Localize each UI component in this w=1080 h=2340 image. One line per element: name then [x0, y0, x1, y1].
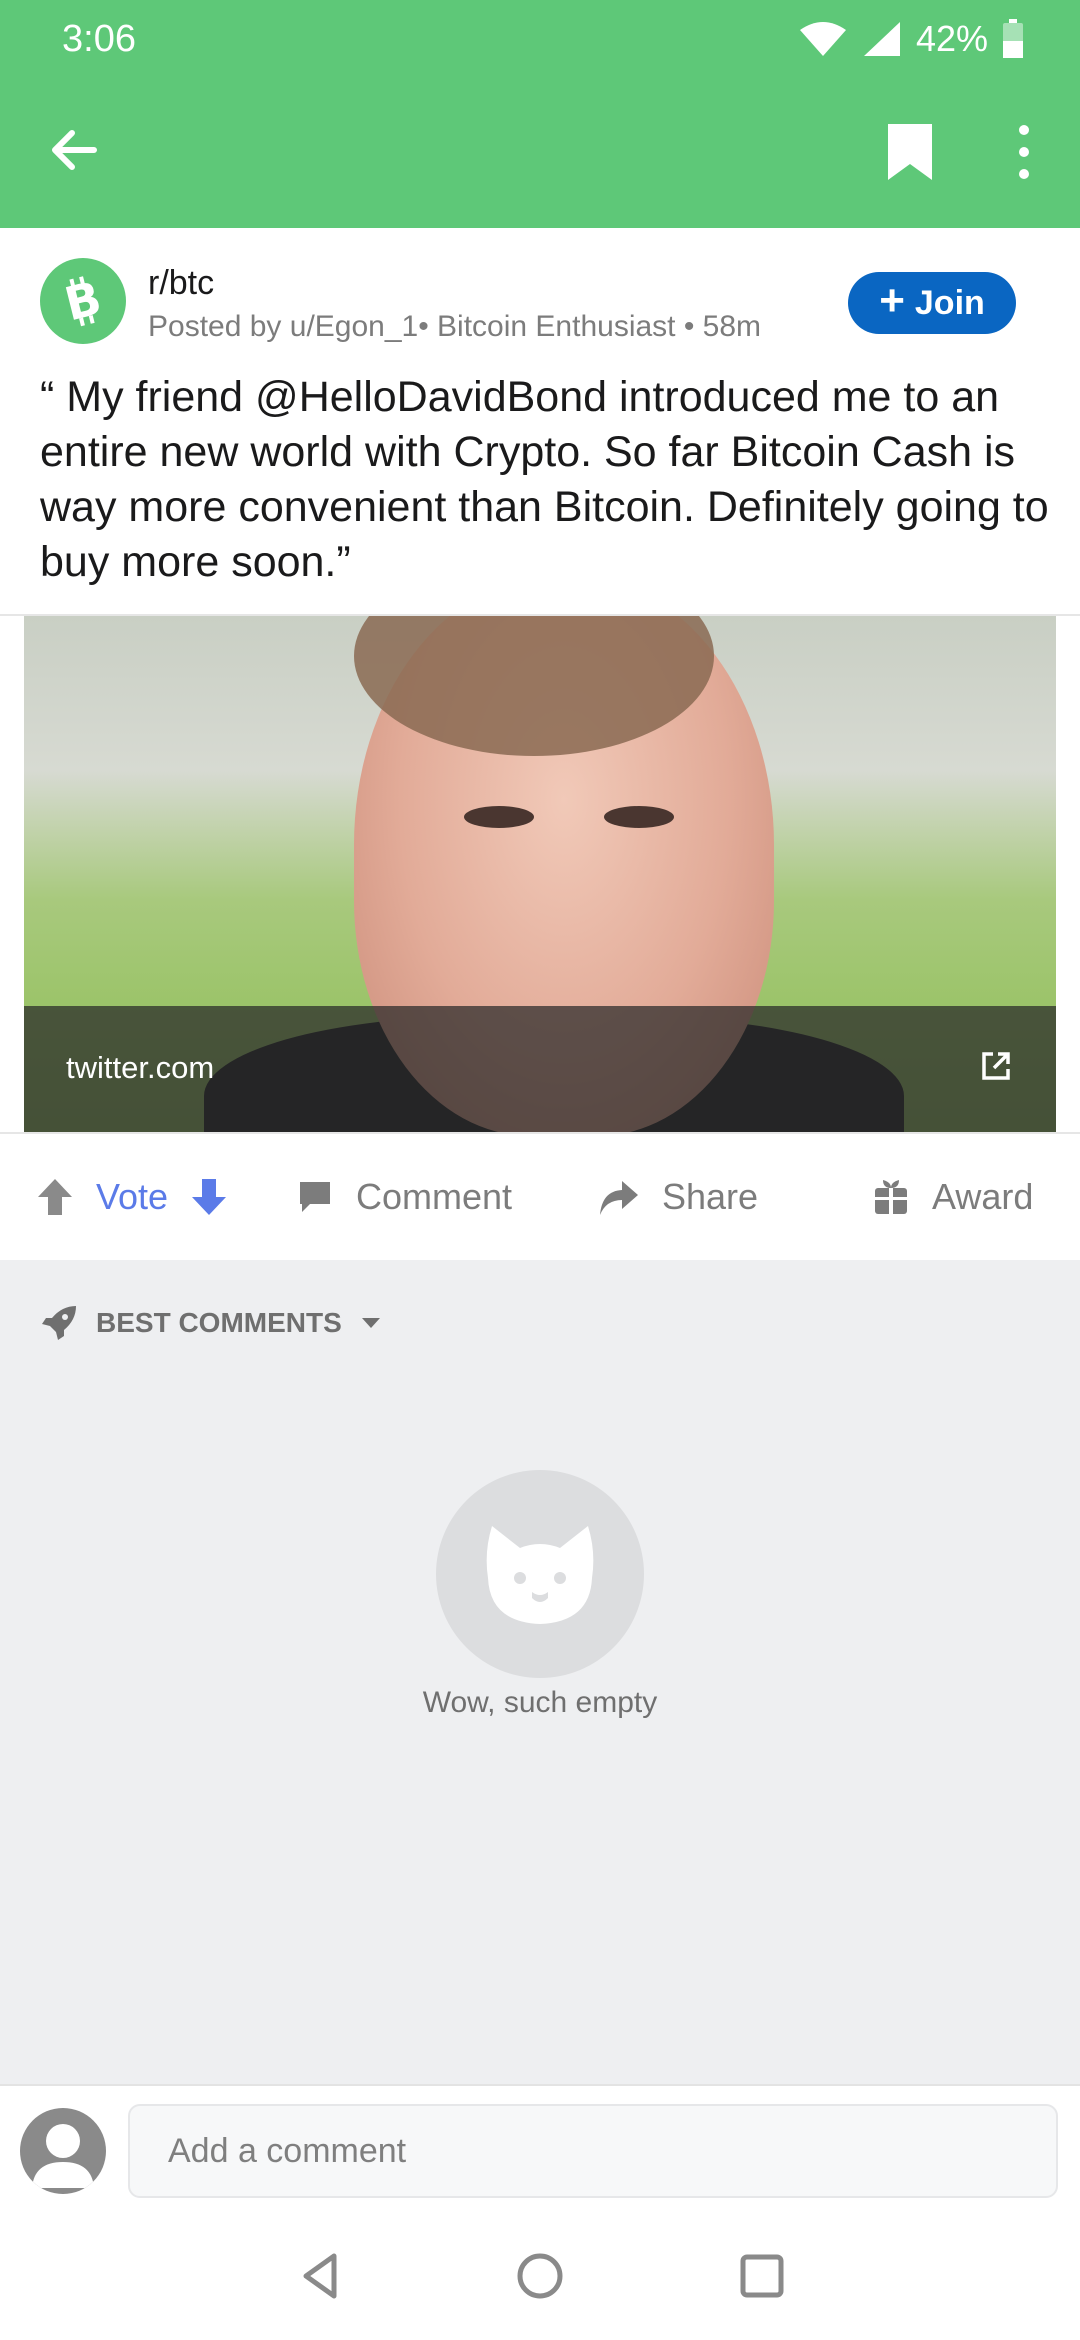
comment-composer — [0, 2084, 1080, 2212]
comment-input[interactable] — [128, 2104, 1058, 2198]
upvote-icon[interactable] — [36, 1177, 74, 1217]
signal-icon — [863, 22, 900, 56]
post-actions: Vote Comment Share Award — [0, 1136, 1080, 1260]
bitcoin-icon: B — [59, 273, 106, 329]
wifi-icon — [799, 22, 846, 56]
chevron-down-icon — [361, 1318, 380, 1328]
plus-icon: + — [879, 276, 905, 325]
gift-icon — [875, 1180, 907, 1214]
user-avatar[interactable] — [20, 2108, 106, 2194]
battery-icon — [1003, 19, 1023, 58]
post-title: “ My friend @HelloDavidBond introduced m… — [40, 373, 1049, 586]
comments-section: BEST COMMENTS Wow, such empty — [0, 1260, 1080, 2084]
comment-icon — [300, 1182, 330, 1212]
join-button[interactable]: + Join — [848, 272, 1016, 334]
bookmark-icon[interactable] — [882, 120, 938, 184]
app-bar — [0, 100, 1080, 210]
empty-state-text: Wow, such empty — [422, 1686, 658, 1719]
empty-state-illustration — [436, 1470, 644, 1678]
nav-home-icon[interactable] — [512, 2248, 568, 2304]
comment-button[interactable]: Comment — [296, 1176, 512, 1218]
nav-recents-icon[interactable] — [734, 2248, 790, 2304]
post-header: B r/btc Posted by u/Egon_1• Bitcoin Enth… — [0, 228, 1080, 608]
user-icon — [32, 2124, 94, 2188]
left-eye-shape — [464, 806, 534, 828]
external-link-icon — [982, 1052, 1010, 1080]
status-icons: 42% — [798, 18, 1024, 60]
comment-sort-label: BEST COMMENTS — [96, 1307, 342, 1338]
downvote-icon[interactable] — [190, 1177, 228, 1217]
award-button[interactable]: Award — [872, 1176, 1033, 1218]
back-arrow-icon[interactable] — [44, 120, 104, 180]
cat-icon — [486, 1526, 594, 1624]
award-label: Award — [932, 1176, 1034, 1217]
share-icon — [600, 1181, 638, 1215]
share-button[interactable]: Share — [596, 1176, 758, 1218]
share-label: Share — [662, 1176, 759, 1217]
nav-back-icon[interactable] — [294, 2248, 350, 2304]
link-preview[interactable]: twitter.com — [0, 614, 1080, 1134]
system-nav-bar — [0, 2212, 1080, 2340]
more-options-icon[interactable] — [1004, 120, 1044, 184]
rocket-icon — [42, 1306, 76, 1340]
vote-group: Vote — [36, 1176, 228, 1218]
vote-label: Vote — [96, 1176, 169, 1217]
status-time: 3:06 — [62, 18, 136, 60]
link-domain: twitter.com — [66, 1050, 215, 1085]
comment-sort-selector[interactable]: BEST COMMENTS — [40, 1304, 382, 1342]
comment-label: Comment — [356, 1176, 513, 1217]
link-domain-bar[interactable]: twitter.com — [24, 1006, 1056, 1132]
right-eye-shape — [604, 806, 674, 828]
subreddit-name[interactable]: r/btc — [148, 264, 214, 303]
battery-percent: 42% — [915, 18, 988, 59]
join-label: Join — [914, 283, 985, 322]
subreddit-avatar[interactable]: B — [40, 258, 126, 344]
status-bar: 3:06 42% — [0, 0, 1080, 80]
top-bar: 3:06 42% — [0, 0, 1080, 228]
post-meta: Posted by u/Egon_1• Bitcoin Enthusiast •… — [148, 310, 762, 343]
